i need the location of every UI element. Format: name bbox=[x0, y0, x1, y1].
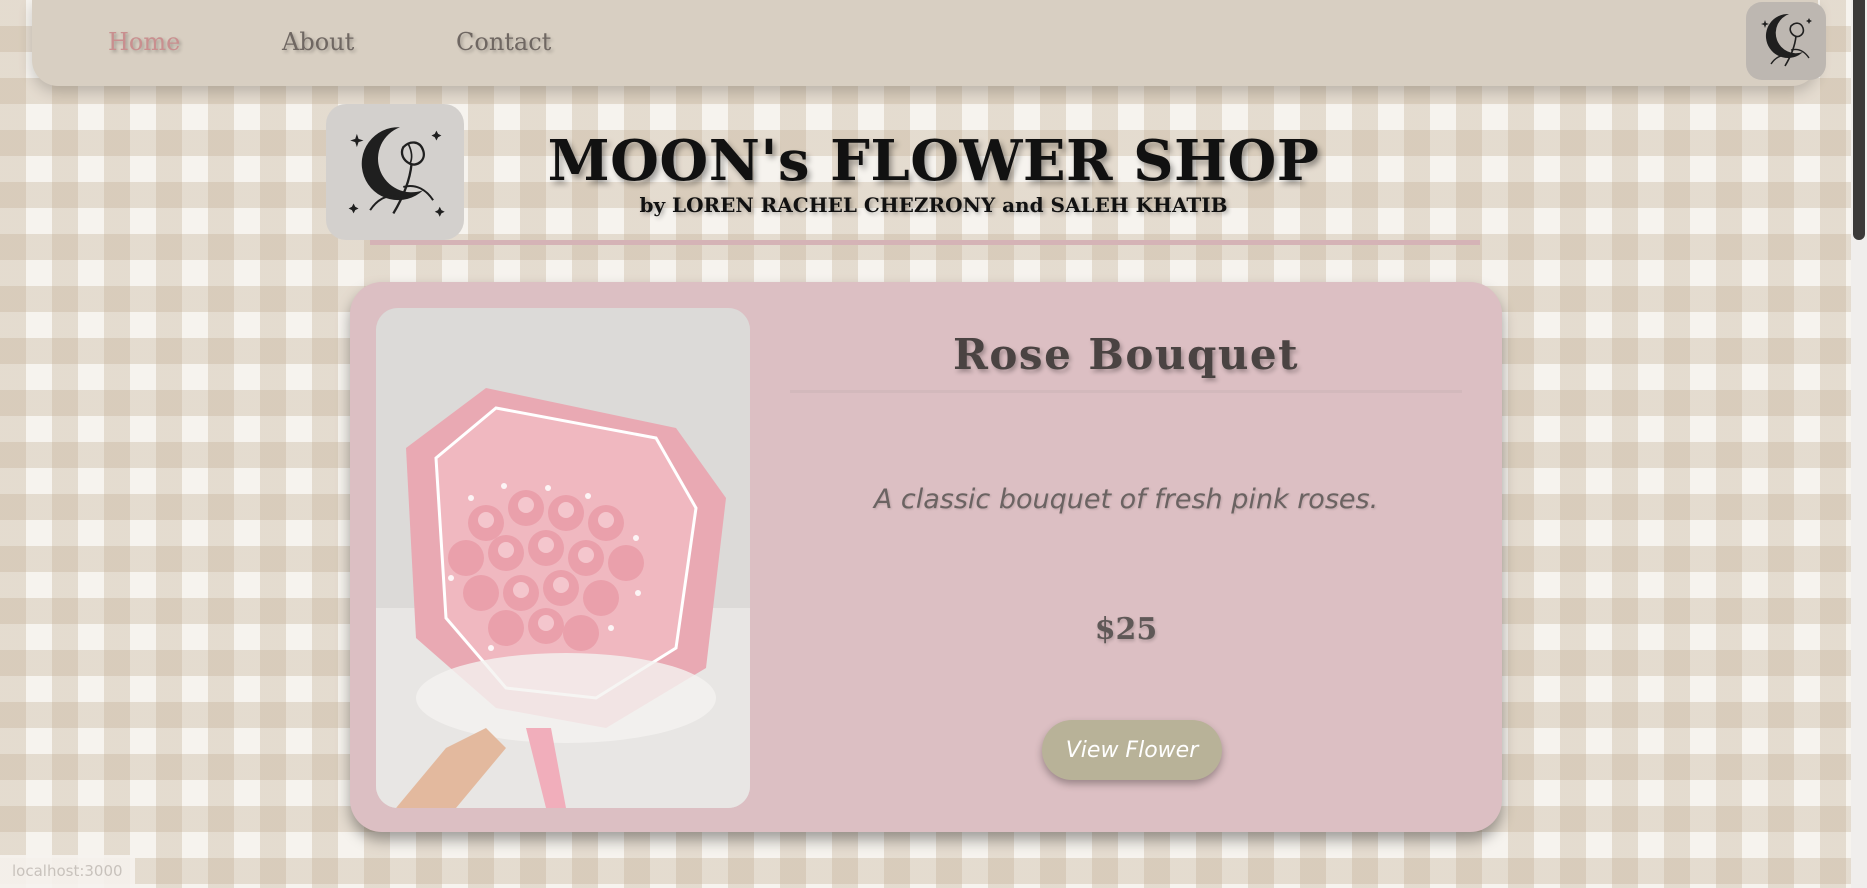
page-title: MOON's FLOWER SHOP bbox=[547, 128, 1320, 194]
product-title: Rose Bouquet bbox=[953, 330, 1299, 379]
scrollbar-thumb[interactable] bbox=[1853, 0, 1865, 240]
product-price: $25 bbox=[1094, 612, 1158, 647]
nav-link-home[interactable]: Home bbox=[108, 28, 180, 56]
page-subtitle: by LOREN RACHEL CHEZRONY and SALEH KHATI… bbox=[639, 193, 1228, 217]
nav-link-about[interactable]: About bbox=[282, 28, 354, 56]
view-flower-button[interactable]: View Flower bbox=[1042, 720, 1222, 780]
header-divider bbox=[370, 240, 1480, 245]
rose-bouquet-image bbox=[376, 308, 750, 808]
status-bar-url: localhost:3000 bbox=[0, 855, 135, 888]
product-card: Rose Bouquet A classic bouquet of fresh … bbox=[350, 282, 1502, 832]
top-navbar: Home About Contact bbox=[32, 0, 1826, 86]
moon-flower-logo-icon[interactable] bbox=[1746, 2, 1826, 80]
title-divider bbox=[790, 390, 1462, 393]
nav-link-contact[interactable]: Contact bbox=[456, 28, 551, 56]
product-description: A classic bouquet of fresh pink roses. bbox=[873, 484, 1379, 515]
